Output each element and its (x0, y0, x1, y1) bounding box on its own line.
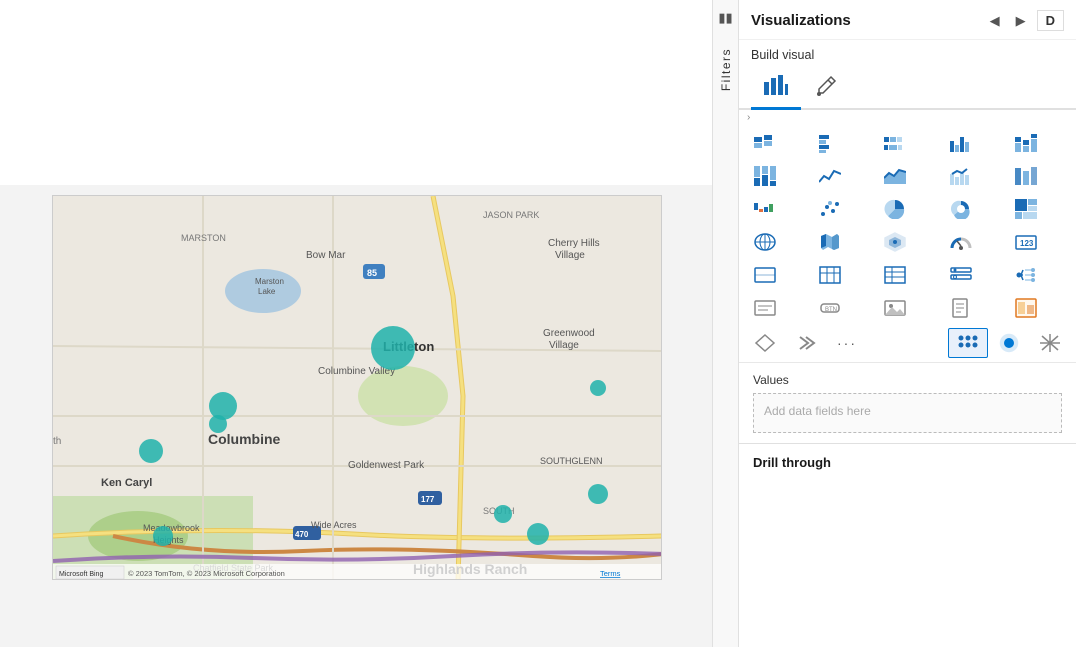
svg-text:Marston: Marston (255, 277, 284, 286)
panel-header: Visualizations ◀ ▶ D (739, 0, 1076, 40)
svg-text:Cherry Hills: Cherry Hills (548, 238, 600, 249)
filled-map-icon[interactable] (810, 226, 850, 258)
svg-text:Ken Caryl: Ken Caryl (101, 477, 152, 489)
snowflake-icon[interactable] (1030, 328, 1070, 358)
svg-text:Wide Acres: Wide Acres (311, 520, 357, 530)
svg-text:BTN: BTN (825, 307, 837, 313)
values-section: Values Add data fields here (739, 363, 1076, 439)
chevron-forward-icon[interactable] (786, 328, 826, 358)
panel-back-arrow[interactable]: ◀ (985, 11, 1005, 31)
svg-text:Bow Mar: Bow Mar (306, 250, 346, 261)
svg-text:123: 123 (1020, 239, 1034, 248)
values-label: Values (753, 373, 1062, 387)
svg-text:85: 85 (367, 268, 377, 278)
key-influencers-icon[interactable] (1006, 292, 1046, 324)
viz-icons-grid-1: 123 BTN (739, 123, 1076, 324)
svg-text:© 2023 TomTom, © 2023 Microsof: © 2023 TomTom, © 2023 Microsoft Corporat… (128, 569, 285, 578)
clustered-column-icon[interactable] (941, 127, 981, 159)
svg-text:Goldenwest Park: Goldenwest Park (348, 460, 425, 471)
add-data-fields-box[interactable]: Add data fields here (753, 393, 1062, 433)
stacked-column-100-icon[interactable] (745, 160, 785, 192)
area-chart-icon[interactable] (875, 160, 915, 192)
more-options-icon[interactable]: ··· (827, 328, 867, 358)
svg-text:Columbine: Columbine (208, 431, 281, 447)
waterfall-icon[interactable] (745, 193, 785, 225)
dots-grid-selected-icon[interactable] (948, 328, 988, 358)
bar-chart-mini-icon: ▮▮ (718, 10, 732, 26)
table-icon[interactable] (810, 259, 850, 291)
data-panel-btn[interactable]: D (1037, 10, 1064, 31)
image-icon[interactable] (875, 292, 915, 324)
kpi-icon[interactable] (745, 259, 785, 291)
svg-text:Greenwood: Greenwood (543, 328, 595, 339)
visualizations-panel: Visualizations ◀ ▶ D Build visual (738, 0, 1076, 647)
azure-map-icon[interactable] (875, 226, 915, 258)
line-chart-icon[interactable] (810, 160, 850, 192)
build-visual-row: Build visual (739, 40, 1076, 68)
svg-text:470: 470 (295, 530, 309, 539)
svg-text:Village: Village (549, 340, 579, 351)
donut-chart-icon[interactable] (941, 193, 981, 225)
text-box-icon[interactable] (745, 292, 785, 324)
filters-label: Filters (719, 48, 733, 91)
svg-text:th: th (53, 436, 61, 447)
ribbon-chart-icon[interactable] (1006, 160, 1046, 192)
visual-tabs (739, 68, 1076, 110)
stacked-100-bar-icon[interactable] (875, 127, 915, 159)
drill-through-section: Drill through (739, 443, 1076, 482)
svg-text:Terms: Terms (600, 569, 621, 578)
decomp-tree-icon[interactable] (1006, 259, 1046, 291)
svg-text:177: 177 (421, 495, 435, 504)
stacked-bar-icon[interactable] (745, 127, 785, 159)
stacked-column-icon[interactable] (1006, 127, 1046, 159)
scatter-chart-icon[interactable] (810, 193, 850, 225)
panel-forward-arrow[interactable]: ▶ (1011, 11, 1031, 31)
treemap-icon[interactable] (1006, 193, 1046, 225)
gauge-icon[interactable] (941, 226, 981, 258)
svg-text:Village: Village (555, 250, 585, 261)
viz-icons-extra-row: ··· (739, 324, 1076, 363)
diamond-icon[interactable] (745, 328, 785, 358)
slicer-icon[interactable] (941, 259, 981, 291)
svg-text:Lake: Lake (258, 287, 276, 296)
matrix-icon[interactable] (875, 259, 915, 291)
format-tab[interactable] (801, 68, 851, 110)
svg-text:SOUTHGLENN: SOUTHGLENN (540, 456, 603, 466)
filters-panel[interactable]: ▮▮ Filters (712, 0, 738, 647)
button-icon[interactable]: BTN (810, 292, 850, 324)
drill-through-label: Drill through (753, 455, 831, 470)
build-visual-label: Build visual (751, 48, 814, 62)
chart-tab[interactable] (751, 68, 801, 110)
circle-select-icon[interactable] (989, 328, 1029, 358)
svg-text:MARSTON: MARSTON (181, 233, 226, 243)
pie-chart-icon[interactable] (875, 193, 915, 225)
svg-text:Microsoft Bing: Microsoft Bing (59, 571, 103, 578)
line-and-stacked-icon[interactable] (941, 160, 981, 192)
panel-title: Visualizations (751, 12, 851, 29)
paginated-report-icon[interactable] (941, 292, 981, 324)
map-icon[interactable] (745, 226, 785, 258)
svg-text:JASON PARK: JASON PARK (483, 210, 539, 220)
clustered-bar-icon[interactable] (810, 127, 850, 159)
card-icon[interactable]: 123 (1006, 226, 1046, 258)
